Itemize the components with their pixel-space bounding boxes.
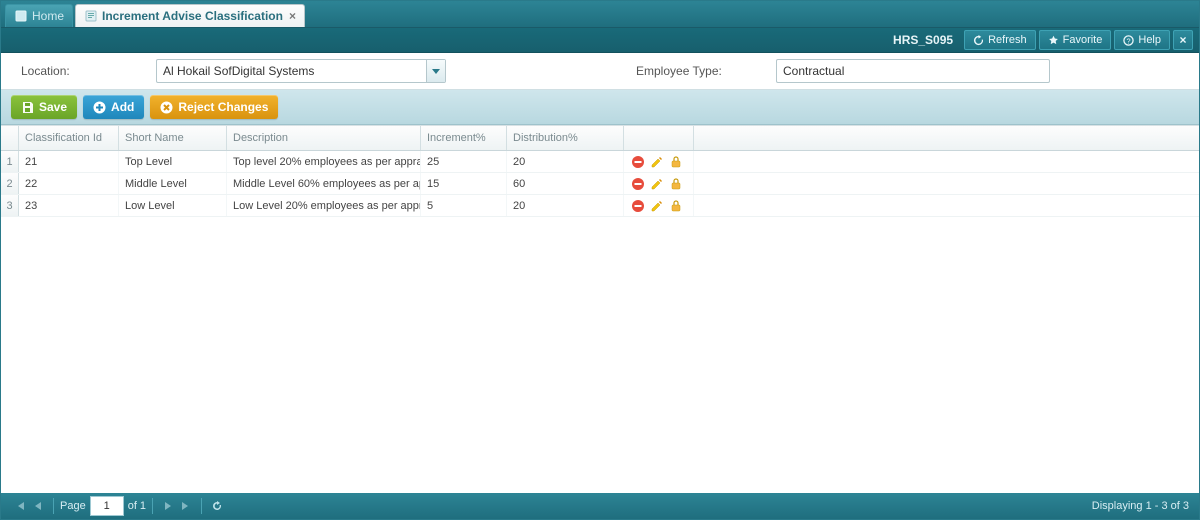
pager-bar: Page of 1 Displaying 1 - 3 of 3 xyxy=(1,493,1199,519)
delete-icon[interactable] xyxy=(630,154,645,169)
tab-active-label: Increment Advise Classification xyxy=(102,9,283,23)
lock-icon[interactable] xyxy=(668,154,683,169)
cell-classification-id: 23 xyxy=(19,195,119,216)
col-increment-pct[interactable]: Increment% xyxy=(421,126,507,150)
screen-code: HRS_S095 xyxy=(893,33,953,47)
col-spacer xyxy=(694,126,1199,150)
col-distribution-pct[interactable]: Distribution% xyxy=(507,126,624,150)
employee-type-value: Contractual xyxy=(783,64,844,78)
grid: Classification Id Short Name Description… xyxy=(1,125,1199,493)
form-tab-icon xyxy=(84,9,98,23)
col-classification-id[interactable]: Classification Id xyxy=(19,126,119,150)
cancel-icon xyxy=(160,101,173,114)
help-button[interactable]: ? Help xyxy=(1114,30,1170,50)
last-page-icon[interactable] xyxy=(178,498,194,514)
row-number: 2 xyxy=(1,173,19,194)
cell-increment-pct: 25 xyxy=(421,151,507,172)
edit-icon[interactable] xyxy=(649,176,664,191)
col-description[interactable]: Description xyxy=(227,126,421,150)
refresh-icon xyxy=(973,35,984,46)
page-label-post: of 1 xyxy=(128,500,146,512)
delete-icon[interactable] xyxy=(630,198,645,213)
favorite-button[interactable]: Favorite xyxy=(1039,30,1112,50)
save-button[interactable]: Save xyxy=(11,95,77,119)
next-page-icon[interactable] xyxy=(160,498,176,514)
cell-description: Top level 20% employees as per apprais… xyxy=(227,151,421,172)
cell-actions xyxy=(624,173,694,194)
row-number: 1 xyxy=(1,151,19,172)
cell-spacer xyxy=(694,151,1199,172)
action-bar: Save Add Reject Changes xyxy=(1,90,1199,125)
tab-increment-advise-classification[interactable]: Increment Advise Classification × xyxy=(75,4,305,27)
display-info: Displaying 1 - 3 of 3 xyxy=(1092,500,1189,512)
employee-type-field[interactable]: Contractual xyxy=(776,59,1050,83)
table-row[interactable]: 121Top LevelTop level 20% employees as p… xyxy=(1,151,1199,173)
col-actions xyxy=(624,126,694,150)
cell-classification-id: 22 xyxy=(19,173,119,194)
cell-distribution-pct: 60 xyxy=(507,173,624,194)
table-row[interactable]: 323Low LevelLow Level 20% employees as p… xyxy=(1,195,1199,217)
cell-description: Low Level 20% employees as per apprai… xyxy=(227,195,421,216)
col-short-name[interactable]: Short Name xyxy=(119,126,227,150)
employee-type-label: Employee Type: xyxy=(636,64,776,78)
refresh-button[interactable]: Refresh xyxy=(964,30,1036,50)
cell-short-name: Low Level xyxy=(119,195,227,216)
cell-actions xyxy=(624,195,694,216)
lock-icon[interactable] xyxy=(668,198,683,213)
row-number: 3 xyxy=(1,195,19,216)
add-button[interactable]: Add xyxy=(83,95,144,119)
home-tab-icon xyxy=(14,9,28,23)
cell-short-name: Top Level xyxy=(119,151,227,172)
page-label-pre: Page xyxy=(60,500,86,512)
location-value: Al Hokail SofDigital Systems xyxy=(163,64,314,78)
first-page-icon[interactable] xyxy=(12,498,28,514)
cell-actions xyxy=(624,151,694,172)
tab-home-label: Home xyxy=(32,9,64,23)
cell-description: Middle Level 60% employees as per appr… xyxy=(227,173,421,194)
tab-strip: Home Increment Advise Classification × xyxy=(1,1,1199,28)
filter-bar: Location: Al Hokail SofDigital Systems E… xyxy=(1,53,1199,90)
page-input[interactable] xyxy=(90,496,124,516)
reject-changes-button[interactable]: Reject Changes xyxy=(150,95,278,119)
location-label: Location: xyxy=(21,64,156,78)
cell-increment-pct: 5 xyxy=(421,195,507,216)
cell-spacer xyxy=(694,195,1199,216)
plus-icon xyxy=(93,101,106,114)
tab-home[interactable]: Home xyxy=(5,4,73,27)
cell-spacer xyxy=(694,173,1199,194)
help-label: Help xyxy=(1138,34,1161,46)
favorite-label: Favorite xyxy=(1063,34,1103,46)
add-label: Add xyxy=(111,100,134,114)
svg-text:?: ? xyxy=(1127,36,1131,45)
star-icon xyxy=(1048,35,1059,46)
delete-icon[interactable] xyxy=(630,176,645,191)
grid-header: Classification Id Short Name Description… xyxy=(1,126,1199,151)
ribbon-bar: HRS_S095 Refresh Favorite ? Help × xyxy=(1,28,1199,53)
cell-short-name: Middle Level xyxy=(119,173,227,194)
close-panel-button[interactable]: × xyxy=(1173,30,1193,50)
chevron-down-icon xyxy=(426,60,445,82)
col-rownum xyxy=(1,126,19,150)
location-select[interactable]: Al Hokail SofDigital Systems xyxy=(156,59,446,83)
reject-label: Reject Changes xyxy=(178,100,268,114)
edit-icon[interactable] xyxy=(649,154,664,169)
prev-page-icon[interactable] xyxy=(30,498,46,514)
reload-icon[interactable] xyxy=(209,498,225,514)
refresh-label: Refresh xyxy=(988,34,1027,46)
cell-classification-id: 21 xyxy=(19,151,119,172)
help-icon: ? xyxy=(1123,35,1134,46)
cell-distribution-pct: 20 xyxy=(507,151,624,172)
table-row[interactable]: 222Middle LevelMiddle Level 60% employee… xyxy=(1,173,1199,195)
cell-distribution-pct: 20 xyxy=(507,195,624,216)
grid-body: 121Top LevelTop level 20% employees as p… xyxy=(1,151,1199,493)
lock-icon[interactable] xyxy=(668,176,683,191)
save-label: Save xyxy=(39,100,67,114)
close-icon[interactable]: × xyxy=(289,9,296,23)
cell-increment-pct: 15 xyxy=(421,173,507,194)
edit-icon[interactable] xyxy=(649,198,664,213)
save-icon xyxy=(21,101,34,114)
